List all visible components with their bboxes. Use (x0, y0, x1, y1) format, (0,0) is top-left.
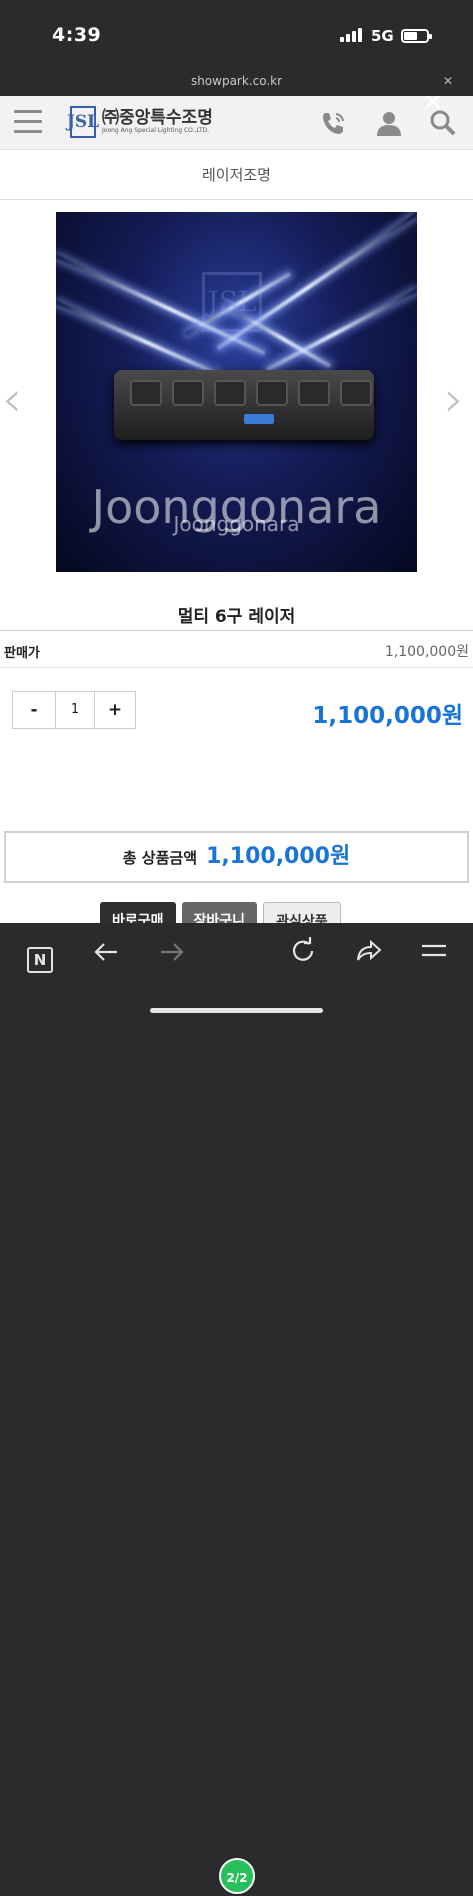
quantity-row: - 1 + 1,100,000원 (0, 668, 473, 764)
total-value: 1,100,000원 (206, 844, 351, 869)
home-indicator (150, 1008, 323, 1013)
menu-icon[interactable] (14, 110, 42, 134)
total-label: 총 상품금액 (122, 849, 198, 867)
logo-korean: ㈜중앙특수조명 (102, 108, 213, 128)
next-arrow-icon[interactable]: › (444, 370, 464, 428)
increase-button[interactable]: + (95, 692, 135, 728)
network-label: 5G (371, 27, 394, 45)
phone-icon[interactable] (318, 108, 348, 138)
forward-icon[interactable] (152, 937, 192, 977)
prev-arrow-icon[interactable]: ‹ (2, 370, 22, 428)
category-title: 레이저조명 (0, 150, 473, 200)
url-bar[interactable]: showpark.co.kr ✕ (0, 72, 473, 96)
total-amount-box: 총 상품금액 1,100,000원 (4, 831, 469, 883)
price-row: 판매가 1,100,000원 (0, 630, 473, 668)
logo-english: Joong Ang Special Lighting CO.,LTD. (102, 127, 210, 134)
product-image[interactable]: JSL Joonggonara Joonggonara (56, 212, 417, 572)
action-buttons: 바로구매 장바구니 관심상품 (100, 902, 341, 923)
add-to-cart-button[interactable]: 장바구니 (181, 902, 258, 923)
tabs-button[interactable]: 2/2 (219, 1858, 255, 1894)
user-icon[interactable] (374, 108, 404, 138)
product-name: 멀티 6구 레이저 (177, 607, 296, 627)
site-header: JSL ㈜중앙특수조명 Joong Ang Special Lighting C… (0, 96, 473, 150)
product-gallery: ‹ JSL Joonggonara Joonggonara › 멀티 6구 레이… (0, 200, 473, 630)
status-time: 4:39 (52, 24, 102, 46)
buy-now-button[interactable]: 바로구매 (100, 902, 176, 923)
wishlist-button[interactable]: 관심상품 (263, 902, 341, 923)
web-page: JSL ㈜중앙특수조명 Joong Ang Special Lighting C… (0, 96, 473, 923)
line-total: 1,100,000원 (312, 703, 463, 729)
reload-icon[interactable] (283, 937, 323, 977)
url-domain: showpark.co.kr (190, 74, 283, 88)
photo-logo-mark: JSL (202, 272, 262, 332)
watermark-small: Joonggonara (173, 512, 300, 536)
naver-home-icon[interactable]: N (20, 937, 60, 977)
status-bar: 4:39 5G (0, 0, 473, 72)
share-icon[interactable] (349, 937, 389, 977)
naver-label: N (27, 947, 53, 973)
signal-icon (340, 28, 362, 42)
price-value: 1,100,000원 (384, 644, 469, 660)
quantity-input[interactable]: 1 (55, 692, 95, 728)
url-close-icon[interactable]: ✕ (443, 74, 453, 88)
menu-more-icon[interactable] (414, 937, 454, 977)
logo-mark: JSL (67, 106, 99, 138)
back-icon[interactable] (86, 937, 126, 977)
quantity-stepper: - 1 + (12, 691, 136, 729)
price-label: 판매가 (4, 646, 40, 661)
battery-icon (401, 29, 432, 43)
decrease-button[interactable]: - (13, 692, 55, 728)
overlay-close-icon[interactable]: ✕ (422, 96, 444, 118)
laser-fixture (114, 370, 374, 440)
site-logo[interactable]: JSL ㈜중앙특수조명 Joong Ang Special Lighting C… (67, 106, 213, 138)
